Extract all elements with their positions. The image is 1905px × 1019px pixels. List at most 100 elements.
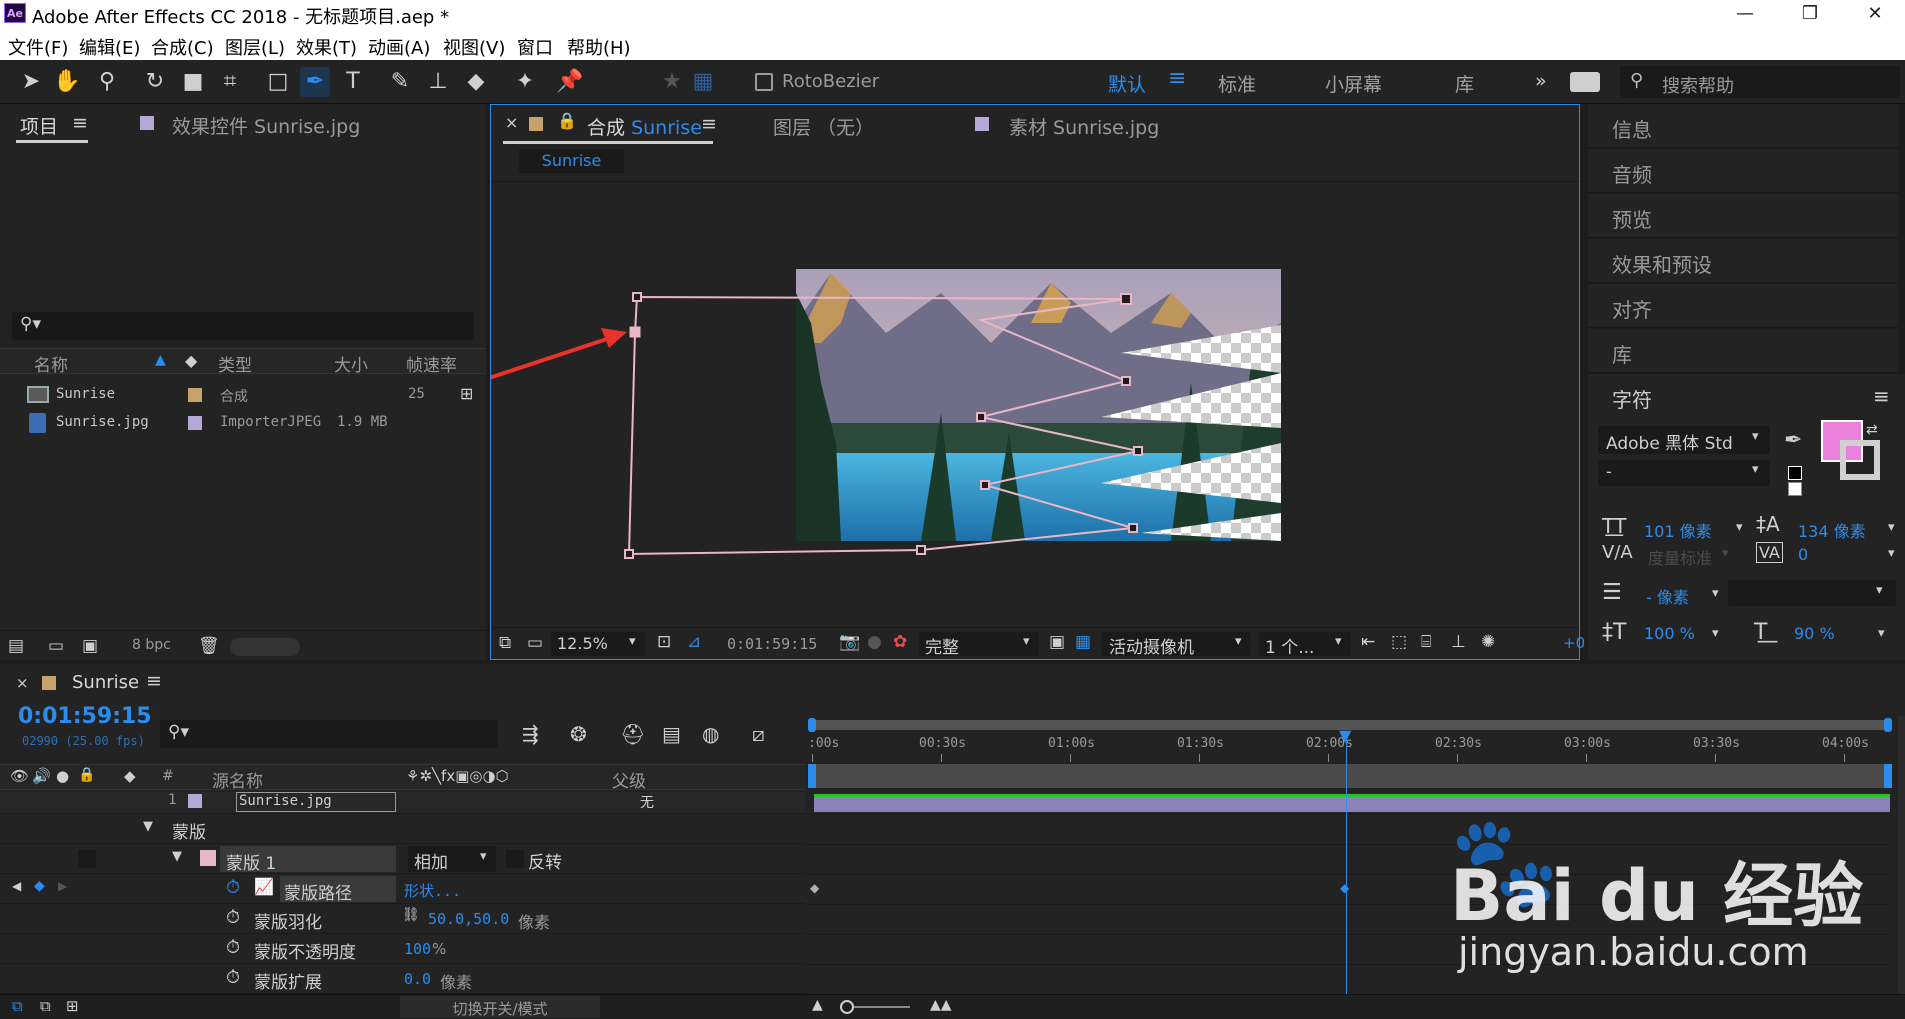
layer-row[interactable]: 1 Sunrise.jpg 无 xyxy=(0,792,805,814)
stopwatch-icon[interactable]: ⏱ xyxy=(226,967,240,988)
tab-timeline-comp[interactable]: Sunrise xyxy=(72,672,139,693)
lock-icon[interactable]: 🔒 xyxy=(78,767,95,783)
interpret-footage-icon[interactable]: ▤ xyxy=(8,636,24,656)
solo-icon[interactable]: ● xyxy=(56,767,69,785)
font-style-dropdown[interactable]: - ▾ xyxy=(1598,460,1770,486)
timeline-scrollbar[interactable] xyxy=(1898,716,1905,994)
label-color-swatch[interactable] xyxy=(188,416,202,430)
zoom-tool-icon[interactable]: ⚲ xyxy=(92,67,122,97)
col-size[interactable]: 大小 xyxy=(334,351,368,376)
tab-project[interactable]: 项目 xyxy=(20,112,58,139)
menu-window[interactable]: 窗口 xyxy=(517,34,553,60)
draft-3d-icon[interactable]: ❂ xyxy=(570,722,587,746)
work-area-start-handle[interactable] xyxy=(808,718,816,732)
video-visibility-icon[interactable]: 👁 xyxy=(10,767,29,785)
transparency-grid-icon[interactable]: ▦ xyxy=(1075,632,1091,652)
mask-group-row[interactable]: ▼ 蒙版 xyxy=(0,814,805,844)
panel-audio[interactable]: 音频 xyxy=(1588,149,1898,193)
font-size-value[interactable]: 101 像素 xyxy=(1644,518,1712,542)
maximize-button[interactable]: ❐ xyxy=(1785,0,1835,28)
bit-depth-button[interactable]: 8 bpc xyxy=(132,637,171,653)
panel-menu-icon[interactable]: ≡ xyxy=(72,112,88,134)
menu-animation[interactable]: 动画(A) xyxy=(368,34,430,60)
stopwatch-icon[interactable]: ⏱ xyxy=(226,877,240,898)
playhead-handle-icon[interactable]: ▼ xyxy=(1339,726,1351,745)
menu-edit[interactable]: 编辑(E) xyxy=(79,34,140,60)
layer-label-swatch[interactable] xyxy=(188,794,202,808)
graph-editor-icon[interactable]: ⧄ xyxy=(752,722,765,746)
panel-effects-presets[interactable]: 效果和预设 xyxy=(1588,239,1898,283)
graph-icon[interactable]: 📈 xyxy=(254,877,274,896)
vertical-scale-value[interactable]: 100 % xyxy=(1644,624,1695,643)
disclosure-triangle-icon[interactable]: ▼ xyxy=(143,819,153,834)
more-workspaces-icon[interactable]: » xyxy=(1535,70,1547,92)
mask-name-field[interactable]: 蒙版 1 xyxy=(220,846,396,874)
thumbnail-slider[interactable] xyxy=(230,638,300,656)
timeline-current-time[interactable]: 0:01:59:15 xyxy=(18,704,152,729)
grid-snap-icon[interactable]: ▦ xyxy=(688,67,718,97)
current-time[interactable]: 0:01:59:15 xyxy=(727,635,817,653)
workspace-standard[interactable]: 标准 xyxy=(1218,70,1256,97)
menu-composition[interactable]: 合成(C) xyxy=(151,34,214,60)
mask-lock-box[interactable] xyxy=(78,850,96,868)
col-fps[interactable]: 帧速率 xyxy=(406,351,457,376)
tab-footage[interactable]: 素材 Sunrise.jpg xyxy=(1009,113,1159,140)
safe-zones-icon[interactable]: ⊡ xyxy=(657,632,671,652)
trash-icon[interactable]: 🗑 xyxy=(198,636,220,656)
type-tool-icon[interactable]: T xyxy=(338,67,368,97)
toggle-pixel-aspect-icon[interactable]: ⇤ xyxy=(1361,632,1375,652)
mask-color-swatch[interactable] xyxy=(200,850,216,866)
tab-composition[interactable]: 合成 Sunrise xyxy=(587,113,702,140)
brush-tool-icon[interactable]: ✎ xyxy=(385,67,415,97)
frame-blending-icon[interactable]: ▤ xyxy=(662,722,681,746)
prop-value[interactable]: 50.0,50.0 xyxy=(428,910,509,928)
flowchart-icon[interactable]: ⊥ xyxy=(1451,632,1466,652)
constrain-link-icon[interactable]: ⛓ xyxy=(402,907,420,923)
horizontal-scale-value[interactable]: 90 % xyxy=(1794,624,1835,643)
puppet-tool-icon[interactable]: 📌 xyxy=(555,67,585,97)
workspace-menu-icon[interactable]: ≡ xyxy=(1168,66,1186,91)
col-parent[interactable]: 父级 xyxy=(612,767,646,792)
pan-behind-tool-icon[interactable]: ⌗ xyxy=(215,67,245,97)
mask-mode-dropdown[interactable]: 相加 ▾ xyxy=(408,846,496,873)
swap-colors-icon[interactable]: ⇄ xyxy=(1866,422,1878,438)
composition-viewer[interactable] xyxy=(491,183,1579,623)
col-type[interactable]: 类型 xyxy=(218,351,252,376)
keyframe-current-icon[interactable]: ◆ xyxy=(1340,881,1349,895)
timeline-search-input[interactable]: ⚲▾ xyxy=(160,720,498,748)
col-name[interactable]: 名称 xyxy=(34,351,68,376)
panel-align[interactable]: 对齐 xyxy=(1588,284,1898,328)
menu-effect[interactable]: 效果(T) xyxy=(296,34,357,60)
rectangle-tool-icon[interactable]: □ xyxy=(263,67,293,97)
channel-icon[interactable]: ✿ xyxy=(893,632,907,652)
stroke-color-swatch[interactable] xyxy=(1840,440,1880,480)
camera-dropdown[interactable]: 活动摄像机 ▾ xyxy=(1101,632,1251,658)
exposure-value[interactable]: +0 xyxy=(1563,634,1585,652)
views-dropdown[interactable]: 1 个... ▾ xyxy=(1259,632,1351,658)
workspace-libraries[interactable]: 库 xyxy=(1455,70,1474,97)
col-source-name[interactable]: 源名称 xyxy=(212,767,263,792)
label-color-swatch[interactable] xyxy=(188,388,202,402)
close-tab-icon[interactable]: × xyxy=(16,674,29,692)
comp-mini-flowchart-icon[interactable]: ⇶ xyxy=(522,722,539,746)
menu-view[interactable]: 视图(V) xyxy=(443,34,505,60)
mask-opacity-row[interactable]: ⏱ 蒙版不透明度 100 % xyxy=(0,934,805,964)
region-of-interest-icon[interactable]: ▣ xyxy=(1049,632,1065,652)
mask-visibility-icon[interactable]: ⊿ xyxy=(687,632,701,652)
project-search-input[interactable]: ⚲▾ xyxy=(12,312,474,340)
timeline-icon[interactable]: ⌸ xyxy=(1421,632,1431,652)
pen-tool-icon[interactable]: ✒ xyxy=(300,67,330,97)
layer-parent[interactable]: 无 xyxy=(640,792,654,812)
workspace-default[interactable]: 默认 xyxy=(1108,70,1146,97)
zoom-in-icon[interactable]: ▲▲ xyxy=(930,997,952,1013)
eraser-tool-icon[interactable]: ◆ xyxy=(461,67,491,97)
panel-menu-icon[interactable]: ≡ xyxy=(1873,384,1890,408)
panel-info[interactable]: 信息 xyxy=(1588,104,1898,148)
next-keyframe-icon[interactable]: ▶ xyxy=(58,879,67,893)
kerning-value[interactable]: 度量标准 xyxy=(1648,545,1712,569)
hand-tool-icon[interactable]: ✋ xyxy=(52,67,82,97)
label-tag-icon[interactable]: ◆ xyxy=(124,767,136,785)
audio-icon[interactable]: 🔊 xyxy=(32,767,51,785)
comp-range-bar[interactable] xyxy=(808,764,1890,788)
project-item-row[interactable]: Sunrise.jpg ImporterJPEG 1.9 MB xyxy=(0,410,486,436)
